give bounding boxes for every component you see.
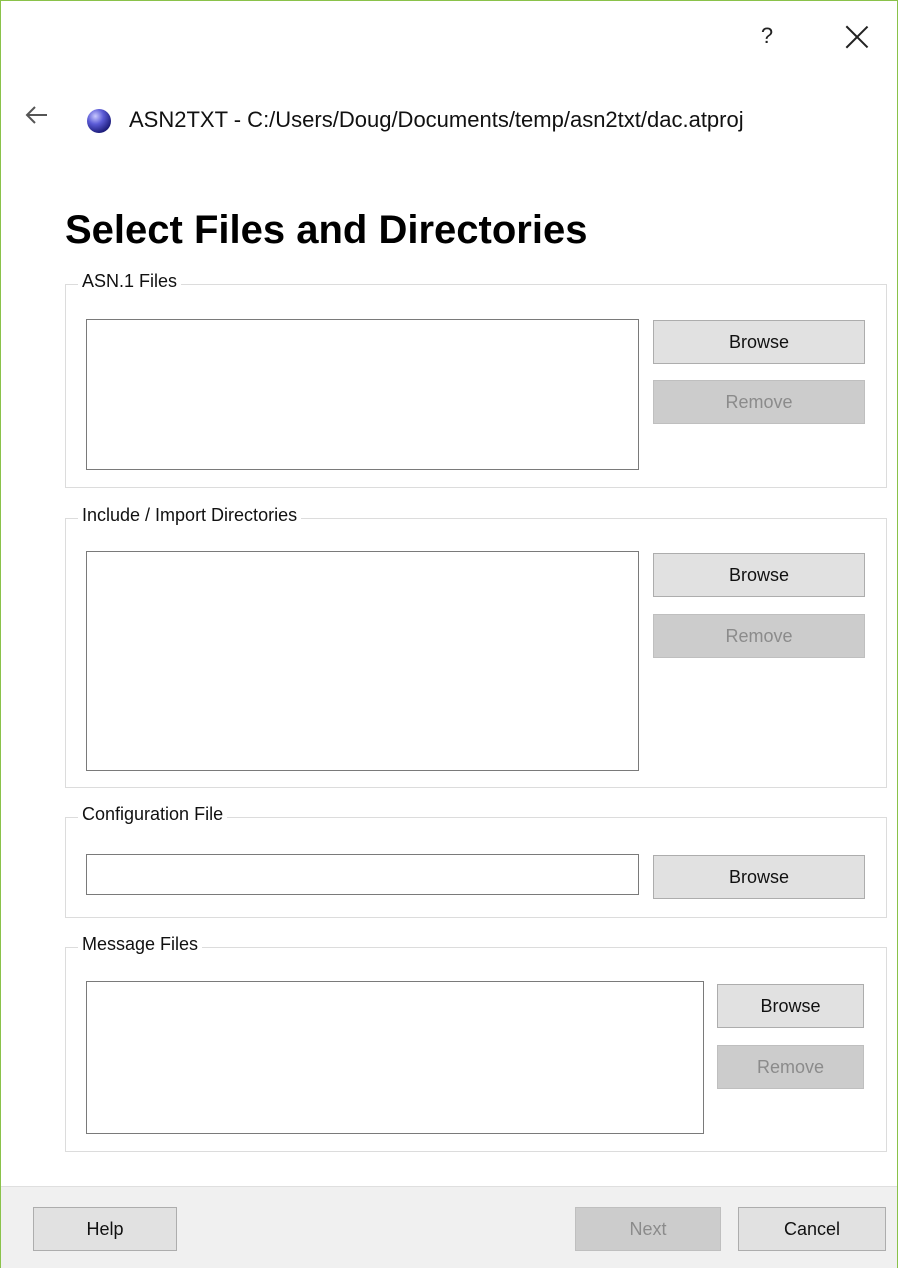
footer-bar: Help Next Cancel — [1, 1186, 897, 1268]
config-file-field[interactable] — [86, 854, 639, 895]
app-globe-icon — [87, 109, 111, 133]
wizard-window: ? ASN2TXT - C:/Users/Doug/Documents/temp… — [0, 0, 898, 1268]
asn1-files-label: ASN.1 Files — [78, 271, 182, 292]
asn1-files-list[interactable] — [86, 319, 639, 470]
include-remove-button[interactable]: Remove — [653, 614, 865, 658]
app-title: ASN2TXT - C:/Users/Doug/Documents/temp/a… — [129, 107, 744, 132]
message-files-list[interactable] — [86, 981, 704, 1134]
config-file-label: Configuration File — [78, 804, 228, 825]
include-dirs-list[interactable] — [86, 551, 639, 771]
close-icon[interactable] — [845, 25, 869, 49]
page-title: Select Files and Directories — [65, 208, 588, 252]
config-browse-button[interactable]: Browse — [653, 855, 865, 899]
back-arrow-icon[interactable] — [25, 105, 49, 125]
cancel-button[interactable]: Cancel — [738, 1207, 886, 1251]
include-dirs-label: Include / Import Directories — [78, 505, 302, 526]
question-mark-icon[interactable]: ? — [753, 21, 781, 51]
asn1-browse-button[interactable]: Browse — [653, 320, 865, 364]
message-remove-button[interactable]: Remove — [717, 1045, 864, 1089]
message-files-label: Message Files — [78, 934, 203, 955]
include-browse-button[interactable]: Browse — [653, 553, 865, 597]
title-bar: ? — [1, 1, 897, 81]
message-browse-button[interactable]: Browse — [717, 984, 864, 1028]
next-button[interactable]: Next — [575, 1207, 721, 1251]
asn1-remove-button[interactable]: Remove — [653, 380, 865, 424]
help-button[interactable]: Help — [33, 1207, 177, 1251]
